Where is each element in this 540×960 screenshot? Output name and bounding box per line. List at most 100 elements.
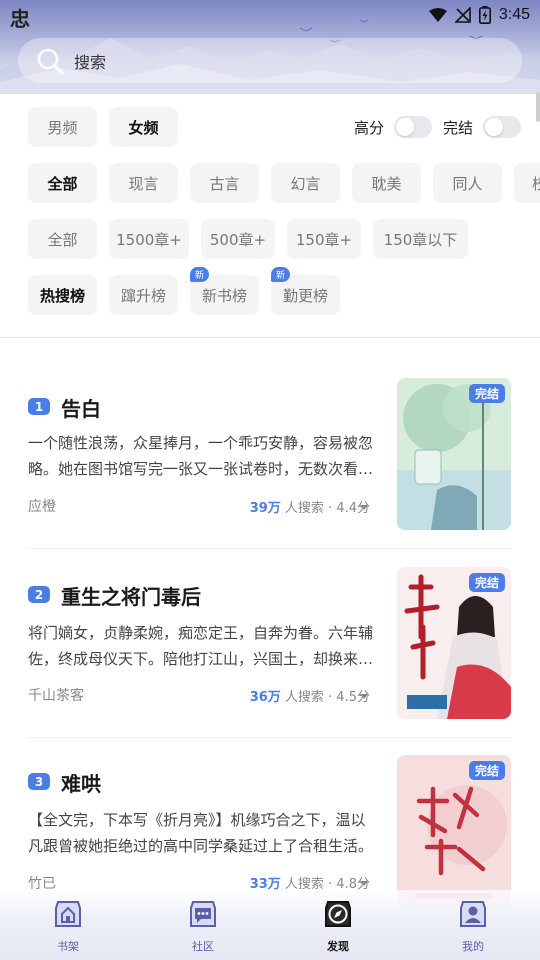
status-bar: 忠 3:45 — [0, 0, 540, 31]
chapter-chip-1500-plus[interactable]: 1500章+ — [109, 219, 189, 259]
nav-label: 发现 — [327, 940, 349, 953]
book-cover[interactable]: 完结 — [397, 567, 511, 719]
gender-tab-label: 女频 — [128, 118, 159, 137]
category-chip-ancient[interactable]: 古言 — [190, 163, 259, 203]
completed-toggle[interactable] — [483, 116, 522, 138]
battery-icon — [478, 6, 491, 24]
toggle-knob — [396, 118, 415, 136]
house-icon — [55, 901, 81, 927]
gender-tab-label: 男频 — [47, 118, 78, 137]
book-title: 难哄 — [61, 772, 101, 796]
chapter-chip-label: 全部 — [47, 230, 78, 249]
stats-suffix: 人搜索 · 4.4分 — [280, 501, 370, 516]
book-title: 告白 — [61, 397, 101, 421]
category-chip-label: 现言 — [128, 174, 159, 193]
app-notification-glyph: 忠 — [10, 7, 30, 31]
gender-tab-male[interactable]: 男频 — [28, 107, 97, 147]
scrollbar-thumb[interactable] — [536, 92, 540, 122]
high-score-label: 高分 — [354, 118, 385, 137]
toggle-knob — [485, 118, 504, 136]
completed-label: 完结 — [443, 118, 474, 137]
chapter-chip-label: 500章+ — [209, 230, 267, 249]
nav-label: 我的 — [462, 940, 484, 953]
rank-badge: 1 — [28, 398, 50, 415]
dropdown-caret-icon[interactable] — [358, 877, 370, 889]
status-badge-completed: 完结 — [468, 573, 505, 592]
chapter-chip-150-plus[interactable]: 150章+ — [287, 219, 361, 259]
chapter-chip-all[interactable]: 全部 — [28, 219, 97, 259]
nav-tab-community[interactable]: 社区 — [163, 898, 243, 956]
gender-tab-female[interactable]: 女频 — [109, 107, 178, 147]
nav-tab-profile[interactable]: 我的 — [433, 898, 513, 956]
rank-tab-label: 新书榜 — [201, 286, 247, 305]
search-count: 36万 — [249, 690, 281, 705]
category-chip-all[interactable]: 全部 — [28, 163, 97, 203]
category-chip-label: 全部 — [47, 174, 78, 193]
book-description: 一个随性浪荡，众星捧月，一个乖巧安静，容易被忽略。她在图书馆写完一张又一张试卷时… — [28, 434, 374, 478]
category-chip-fanfic[interactable]: 同人 — [433, 163, 502, 203]
high-score-toggle-group: 高分 — [354, 107, 433, 147]
stats-suffix: 人搜索 · 4.5分 — [280, 690, 370, 705]
category-chip-danmei[interactable]: 耽美 — [352, 163, 421, 203]
ranking-tab-row: 热搜榜 蹿升榜 新 新书榜 新 勤更榜 — [0, 267, 540, 315]
rank-tab-label: 热搜榜 — [39, 286, 85, 305]
chat-bubble-icon — [190, 901, 216, 927]
chapter-chip-under-150[interactable]: 150章以下 — [373, 219, 468, 259]
status-badge-completed: 完结 — [468, 384, 505, 403]
rank-tab-new-books[interactable]: 新 新书榜 — [190, 267, 259, 315]
book-author: 应橙 — [28, 499, 56, 515]
rank-badge: 2 — [28, 586, 50, 603]
book-list-item[interactable]: 1 告白 一个随性浪荡，众星捧月，一个乖巧安静，容易被忽略。她在图书馆写完一张又… — [0, 378, 540, 566]
rank-tab-frequent-updates[interactable]: 新 勤更榜 — [271, 267, 340, 315]
book-description: 【全文完，下本写《折月亮》】机缘巧合之下，温以凡跟曾被她拒绝过的高中同学桑延过上… — [28, 811, 374, 855]
category-chip-label: 同人 — [452, 174, 483, 193]
rank-tab-label: 勤更榜 — [282, 286, 328, 305]
chapter-chip-label: 1500章+ — [116, 230, 182, 249]
search-bar[interactable]: 搜索 — [18, 38, 522, 83]
nav-label: 书架 — [57, 940, 79, 953]
status-icons: 3:45 — [428, 5, 530, 25]
nav-tab-bookshelf[interactable]: 书架 — [28, 898, 108, 956]
category-chip-label: 幻言 — [290, 174, 321, 193]
category-chip-fantasy[interactable]: 幻言 — [271, 163, 340, 203]
list-separator — [28, 737, 511, 738]
nav-label: 社区 — [192, 940, 214, 953]
gender-filter-row: 男频 女频 高分 完结 — [0, 107, 540, 147]
search-count: 39万 — [249, 501, 281, 516]
new-badge: 新 — [271, 267, 291, 282]
chapter-chip-500-plus[interactable]: 500章+ — [201, 219, 275, 259]
status-badge-completed: 完结 — [468, 761, 505, 780]
book-stats: 36万 人搜索 · 4.5分 — [250, 686, 370, 705]
search-icon — [37, 48, 64, 74]
book-cover[interactable]: 完结 — [397, 378, 511, 530]
bottom-navigation: 书架 社区 发现 我的 — [0, 890, 540, 960]
book-author: 千山茶客 — [28, 688, 84, 704]
book-list-item[interactable]: 2 重生之将门毒后 将门嫡女，贞静柔婉，痴恋定王，自奔为眷。六年辅佐，终成母仪天… — [0, 567, 540, 755]
rank-badge: 3 — [28, 773, 50, 790]
person-icon — [460, 901, 486, 927]
rank-tab-hot-search[interactable]: 热搜榜 — [28, 275, 97, 315]
status-clock: 3:45 — [498, 6, 530, 23]
book-cover[interactable]: 完结 — [397, 755, 511, 907]
dropdown-caret-icon[interactable] — [358, 690, 370, 702]
rank-tab-rising[interactable]: 蹿升榜 — [109, 275, 178, 315]
completed-toggle-group: 完结 — [443, 107, 522, 147]
category-chip-label: 校 — [532, 174, 540, 193]
compass-icon — [325, 901, 351, 927]
nav-tab-discover[interactable]: 发现 — [298, 898, 378, 956]
category-chip-modern[interactable]: 现言 — [109, 163, 178, 203]
chapter-chip-label: 150章+ — [295, 230, 353, 249]
rank-tab-label: 蹿升榜 — [120, 286, 166, 305]
book-description: 将门嫡女，贞静柔婉，痴恋定王，自奔为眷。六年辅佐，终成母仪天下。陪他打江山，兴国… — [28, 624, 374, 668]
dropdown-caret-icon[interactable] — [358, 501, 370, 513]
category-chip-label: 古言 — [209, 174, 240, 193]
no-signal-icon — [454, 7, 471, 23]
category-filter-row: 全部 现言 古言 幻言 耽美 同人 校 — [0, 163, 540, 203]
new-badge: 新 — [190, 267, 210, 282]
chapter-filter-row: 全部 1500章+ 500章+ 150章+ 150章以下 — [0, 219, 540, 259]
header: 忠 3:45 搜索 — [0, 0, 540, 94]
book-stats: 39万 人搜索 · 4.4分 — [250, 497, 370, 516]
category-chip-campus[interactable]: 校 — [514, 163, 540, 203]
high-score-toggle[interactable] — [394, 116, 433, 138]
wifi-icon — [428, 8, 447, 22]
